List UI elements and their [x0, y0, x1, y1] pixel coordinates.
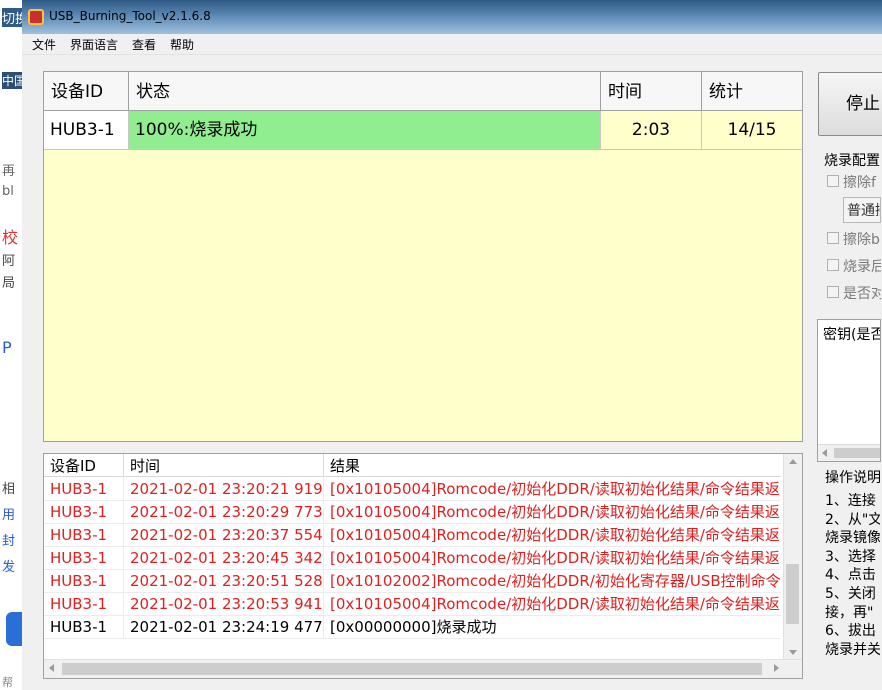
device-stats-cell: 14/15 — [702, 111, 802, 149]
instructions-title: 操作说明 — [825, 470, 880, 486]
scroll-up-icon[interactable] — [789, 459, 797, 464]
desktop-text-fragment: bl — [2, 184, 14, 199]
key-scroll-thumb[interactable] — [834, 448, 880, 458]
desktop-text-fragment: 局 — [2, 276, 16, 291]
instruction-line: 4、点击 — [825, 567, 876, 584]
scroll-right-icon[interactable] — [774, 664, 779, 672]
desktop-text-fragment: 用 — [2, 508, 16, 523]
menu-help[interactable]: 帮助 — [170, 36, 194, 53]
checkbox-erase-flash[interactable] — [827, 175, 839, 187]
checkbox-erase-bootloader-label: 擦除b — [843, 232, 880, 248]
log-time: 2021-02-01 23:20:29 773 — [124, 500, 324, 523]
instruction-line: 3、选择 — [825, 548, 876, 565]
column-header-device-id[interactable]: 设备ID — [44, 72, 129, 110]
log-row[interactable]: HUB3-1 2021-02-01 23:20:21 919 [0x10105004… — [44, 477, 781, 501]
menu-view[interactable]: 查看 — [132, 36, 156, 53]
scroll-down-icon[interactable] — [789, 650, 797, 655]
instruction-line: 烧录镜像 — [825, 530, 880, 547]
desktop-text-fragment: 封 — [2, 534, 16, 549]
log-row[interactable]: HUB3-1 2021-02-01 23:20:51 528 [0x10102002… — [44, 569, 781, 593]
checkbox-verify[interactable] — [827, 286, 839, 298]
key-panel-title: 密钥(是否 — [823, 327, 881, 343]
log-header-time[interactable]: 时间 — [124, 454, 324, 476]
log-device-id: HUB3-1 — [44, 569, 124, 592]
log-row[interactable]: HUB3-1 2021-02-01 23:24:19 477 [0x00000000… — [44, 615, 781, 639]
checkbox-after-burn-label: 烧录后 — [843, 259, 881, 275]
desktop-text-fragment: 阿 — [2, 254, 16, 269]
desktop-blue-widget — [6, 612, 22, 646]
log-device-id: HUB3-1 — [44, 615, 124, 638]
horizontal-scroll-thumb[interactable] — [62, 663, 762, 675]
log-row[interactable]: HUB3-1 2021-02-01 23:20:29 773 [0x10105004… — [44, 500, 781, 524]
scroll-thumb[interactable] — [786, 564, 799, 624]
log-device-id: HUB3-1 — [44, 477, 124, 500]
log-result: [0x10105004]Romcode/初始化DDR/读取初始化结果/命令结果返 — [330, 526, 780, 544]
log-device-id: HUB3-1 — [44, 592, 124, 615]
scroll-left-icon[interactable] — [822, 449, 827, 457]
menu-file[interactable]: 文件 — [32, 36, 56, 53]
log-horizontal-scrollbar[interactable] — [44, 659, 802, 678]
checkbox-after-burn[interactable] — [827, 259, 839, 271]
instruction-line: 2、从"文 — [825, 511, 880, 528]
log-row[interactable]: HUB3-1 2021-02-01 23:20:37 554 [0x10105004… — [44, 523, 781, 547]
desktop-text-fragment: 再 — [2, 164, 16, 179]
log-device-id: HUB3-1 — [44, 546, 124, 569]
log-header-device-id[interactable]: 设备ID — [44, 454, 124, 476]
log-time: 2021-02-01 23:20:21 919 — [124, 477, 324, 500]
window-title: USB_Burning_Tool_v2.1.6.8 — [49, 9, 211, 23]
column-header-stats[interactable]: 统计 — [702, 72, 802, 110]
instruction-line: 接，再" — [825, 604, 874, 621]
device-table-header: 设备ID 状态 时间 统计 — [44, 72, 802, 111]
instruction-line: 6、拔出 — [825, 623, 876, 640]
log-result: [0x00000000]烧录成功 — [330, 618, 497, 636]
log-time: 2021-02-01 23:24:19 477 — [124, 615, 324, 638]
checkbox-erase-bootloader[interactable] — [827, 232, 839, 244]
log-result: [0x10102002]Romcode/初始化DDR/初始化寄存器/USB控制命… — [330, 572, 781, 590]
app-logo-icon — [28, 9, 44, 25]
desktop-text-fragment: P — [2, 338, 12, 357]
stop-button[interactable]: 停止 — [818, 72, 882, 136]
config-group-title: 烧录配置 — [824, 153, 880, 169]
log-result: [0x10105004]Romcode/初始化DDR/读取初始化结果/命令结果返 — [330, 549, 780, 567]
instruction-line: 5、关闭 — [825, 586, 876, 602]
scroll-left-icon[interactable] — [49, 664, 54, 672]
log-result: [0x10105004]Romcode/初始化DDR/读取初始化结果/命令结果返 — [330, 595, 780, 613]
checkbox-verify-label: 是否对 — [843, 286, 881, 302]
key-panel-scrollbar[interactable] — [818, 444, 880, 461]
column-header-time[interactable]: 时间 — [601, 72, 702, 110]
log-table[interactable]: 设备ID 时间 结果 HUB3-1 2021-02-01 23:20:21 919… — [43, 453, 803, 679]
column-header-status[interactable]: 状态 — [129, 72, 601, 110]
device-table: 设备ID 状态 时间 统计 HUB3-1 100%:烧录成功 2:03 14/1… — [43, 71, 803, 442]
device-id-cell: HUB3-1 — [44, 111, 129, 149]
title-bar: USB_Burning_Tool_v2.1.6.8 — [22, 0, 882, 34]
log-device-id: HUB3-1 — [44, 523, 124, 546]
desktop-text-fragment: 发 — [2, 560, 16, 575]
instruction-line: 烧录并关 — [825, 641, 880, 658]
log-table-header: 设备ID 时间 结果 — [44, 454, 781, 477]
key-panel[interactable]: 密钥(是否 — [817, 319, 881, 462]
log-header-result[interactable]: 结果 — [324, 454, 781, 476]
log-row[interactable]: HUB3-1 2021-02-01 23:20:53 941 [0x10105004… — [44, 592, 781, 616]
instruction-line: 1、连接 — [825, 493, 876, 509]
menu-language[interactable]: 界面语言 — [70, 36, 118, 53]
checkbox-erase-flash-label: 擦除f — [843, 175, 876, 191]
log-device-id: HUB3-1 — [44, 500, 124, 523]
log-time: 2021-02-01 23:20:53 941 — [124, 592, 324, 615]
device-time-cell: 2:03 — [601, 111, 702, 149]
log-row[interactable]: HUB3-1 2021-02-01 23:20:45 342 [0x10105004… — [44, 546, 781, 570]
log-time: 2021-02-01 23:20:37 554 — [124, 523, 324, 546]
desktop-text-fragment: 相 — [2, 482, 16, 497]
desktop-text-fragment: 校 — [2, 228, 19, 247]
device-row[interactable]: HUB3-1 100%:烧录成功 2:03 14/15 — [44, 111, 802, 150]
log-result: [0x10105004]Romcode/初始化DDR/读取初始化结果/命令结果返 — [330, 503, 780, 521]
log-time: 2021-02-01 23:20:45 342 — [124, 546, 324, 569]
log-result: [0x10105004]Romcode/初始化DDR/读取初始化结果/命令结果返 — [330, 480, 780, 498]
device-status-cell: 100%:烧录成功 — [129, 111, 601, 149]
erase-mode-select[interactable]: 普通擦 — [843, 197, 881, 223]
desktop-text-fragment: 帮 — [2, 676, 13, 689]
log-vertical-scrollbar[interactable] — [783, 454, 802, 660]
menu-bar: 文件 界面语言 查看 帮助 — [22, 34, 882, 55]
log-time: 2021-02-01 23:20:51 528 — [124, 569, 324, 592]
